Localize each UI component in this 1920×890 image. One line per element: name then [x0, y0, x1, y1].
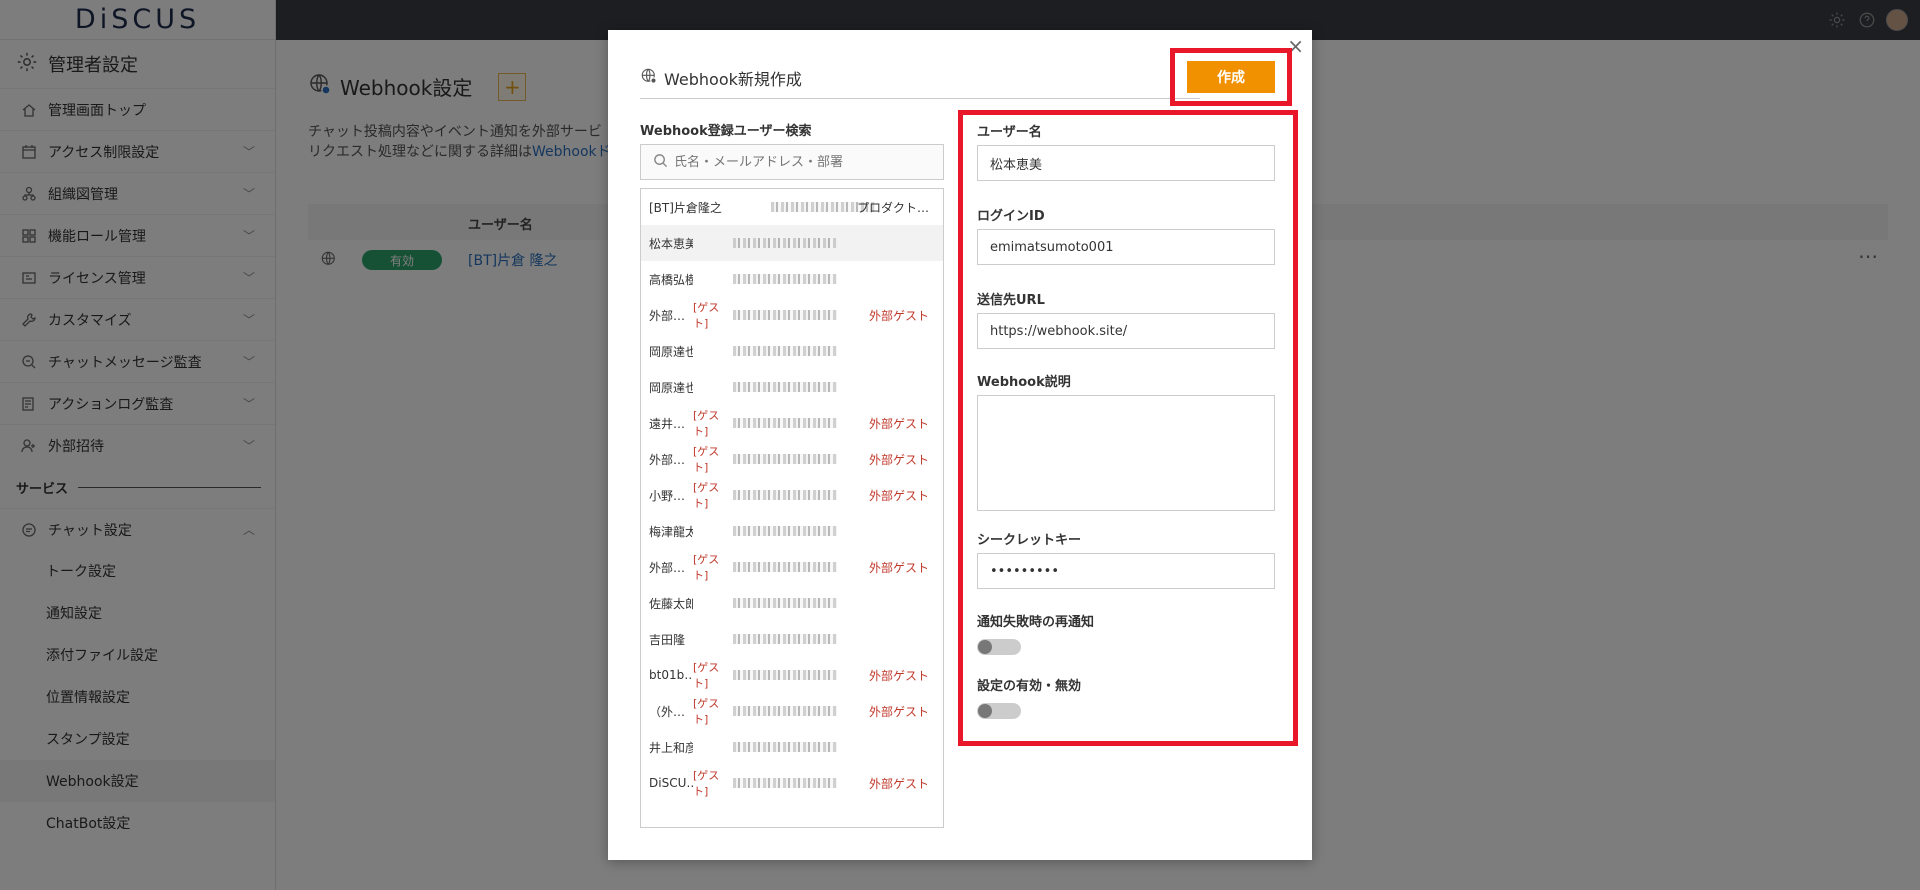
webhook-globe-icon — [640, 67, 658, 89]
webhook-form-highlight: ユーザー名 ログインID 送信先URL Webhook説明 シークレットキー 通… — [958, 110, 1298, 746]
user-name: 外部… — [649, 308, 686, 323]
list-item[interactable]: 遠井… [ゲスト] 外部ゲスト — [641, 405, 943, 441]
user-name: 梅津龍太 — [649, 524, 693, 539]
user-search-results[interactable]: [BT]片倉隆之 プロダクト… 松本恵美 高橋弘樹 外部… [ゲスト] 外部ゲスト 岡原達也岡… — [640, 188, 944, 828]
redacted-email — [733, 454, 837, 464]
list-item[interactable]: 外部… [ゲスト] 外部ゲスト — [641, 549, 943, 585]
list-item[interactable]: 松本恵美 — [641, 225, 943, 261]
redacted-email — [733, 490, 837, 500]
list-item[interactable]: 佐藤太郎 — [641, 585, 943, 621]
secret-key-label: シークレットキー — [977, 533, 1082, 548]
toggle-knob — [978, 704, 992, 718]
list-item[interactable]: 吉田隆 — [641, 621, 943, 657]
target-url-label: 送信先URL — [977, 293, 1045, 308]
user-name: DiSCU… — [649, 776, 693, 790]
list-item[interactable]: 岡原達也 — [641, 369, 943, 405]
user-name: 岡原達也 — [649, 380, 693, 395]
guest-label: [ゲスト] — [693, 481, 720, 510]
user-name: （外… — [649, 704, 686, 719]
redacted-email — [733, 382, 837, 392]
user-tag: 外部ゲスト — [868, 776, 929, 791]
webhook-description-label: Webhook説明 — [977, 375, 1071, 390]
login-id-label: ログインID — [977, 209, 1045, 224]
redacted-email — [733, 670, 837, 680]
create-button-highlight: 作成 — [1170, 48, 1292, 106]
modal-title: Webhook新規作成 — [640, 66, 802, 90]
redacted-email — [733, 526, 837, 536]
guest-label: [ゲスト] — [693, 445, 720, 474]
redacted-email — [733, 274, 837, 284]
redacted-email — [733, 778, 837, 788]
renotify-toggle[interactable] — [977, 639, 1021, 655]
redacted-email — [733, 238, 837, 248]
list-item[interactable]: 外部… [ゲスト] 外部ゲスト — [641, 441, 943, 477]
user-name: 岡原達也 — [649, 344, 693, 359]
user-tag: 外部ゲスト — [868, 416, 929, 431]
guest-label: [ゲスト] — [693, 301, 720, 330]
user-tag: プロダクト… — [856, 200, 929, 215]
list-item[interactable]: 梅津龍太 — [641, 513, 943, 549]
redacted-email — [733, 310, 837, 320]
guest-label: [ゲスト] — [693, 697, 720, 726]
list-item[interactable]: 高橋弘樹 — [641, 261, 943, 297]
search-icon — [653, 153, 668, 172]
redacted-email — [733, 634, 837, 644]
renotify-label: 通知失敗時の再通知 — [977, 615, 1095, 630]
user-name: 外部… — [649, 560, 686, 575]
target-url-field[interactable] — [977, 313, 1275, 349]
redacted-email — [733, 598, 837, 608]
user-name: 吉田隆 — [649, 632, 686, 647]
user-name: 高橋弘樹 — [649, 272, 693, 287]
list-item[interactable]: 岡原達也 — [641, 333, 943, 369]
user-name: bt01b… — [649, 668, 693, 682]
modal-title-text: Webhook新規作成 — [664, 70, 802, 89]
user-search-box[interactable] — [640, 144, 944, 180]
user-tag: 外部ゲスト — [868, 560, 929, 575]
list-item[interactable]: bt01b… [ゲスト] 外部ゲスト — [641, 657, 943, 693]
webhook-create-modal: × Webhook新規作成 作成 Webhook登録ユーザー検索 [BT]片倉隆… — [608, 30, 1312, 860]
user-tag: 外部ゲスト — [868, 668, 929, 683]
list-item[interactable]: 井上和彦 — [641, 729, 943, 765]
list-item[interactable]: （外… [ゲスト] 外部ゲスト — [641, 693, 943, 729]
redacted-email — [733, 706, 837, 716]
guest-label: [ゲスト] — [693, 661, 720, 690]
webhook-description-field[interactable] — [977, 395, 1275, 511]
list-item[interactable]: DiSCU…[ゲスト] 外部ゲスト — [641, 765, 943, 801]
toggle-knob — [978, 640, 992, 654]
username-label: ユーザー名 — [977, 125, 1042, 140]
enabled-toggle[interactable] — [977, 703, 1021, 719]
guest-label: [ゲスト] — [693, 769, 720, 798]
user-search-input[interactable] — [674, 154, 934, 170]
user-name: 佐藤太郎 — [649, 596, 693, 611]
user-search-label: Webhook登録ユーザー検索 — [640, 124, 812, 139]
user-name: 小野… — [649, 488, 686, 503]
redacted-email — [733, 346, 837, 356]
list-item[interactable]: [BT]片倉隆之 プロダクト… — [641, 189, 943, 225]
redacted-email — [733, 742, 837, 752]
user-name: [BT]片倉隆之 — [649, 200, 722, 215]
user-name: 井上和彦 — [649, 740, 693, 755]
redacted-email — [733, 562, 837, 572]
list-item[interactable]: 小野… [ゲスト] 外部ゲスト — [641, 477, 943, 513]
user-tag: 外部ゲスト — [868, 308, 929, 323]
user-tag: 外部ゲスト — [868, 488, 929, 503]
secret-key-field[interactable] — [977, 553, 1275, 589]
guest-label: [ゲスト] — [693, 409, 720, 438]
guest-label: [ゲスト] — [693, 553, 720, 582]
username-field[interactable] — [977, 145, 1275, 181]
login-id-field[interactable] — [977, 229, 1275, 265]
list-item[interactable]: 外部… [ゲスト] 外部ゲスト — [641, 297, 943, 333]
user-tag: 外部ゲスト — [868, 452, 929, 467]
modal-divider — [640, 98, 1200, 99]
user-name: 遠井… — [649, 416, 686, 431]
enabled-label: 設定の有効・無効 — [977, 679, 1082, 694]
user-name: 外部… — [649, 452, 686, 467]
redacted-email — [733, 418, 837, 428]
user-tag: 外部ゲスト — [868, 704, 929, 719]
user-name: 松本恵美 — [649, 236, 693, 251]
create-button[interactable]: 作成 — [1187, 61, 1275, 93]
